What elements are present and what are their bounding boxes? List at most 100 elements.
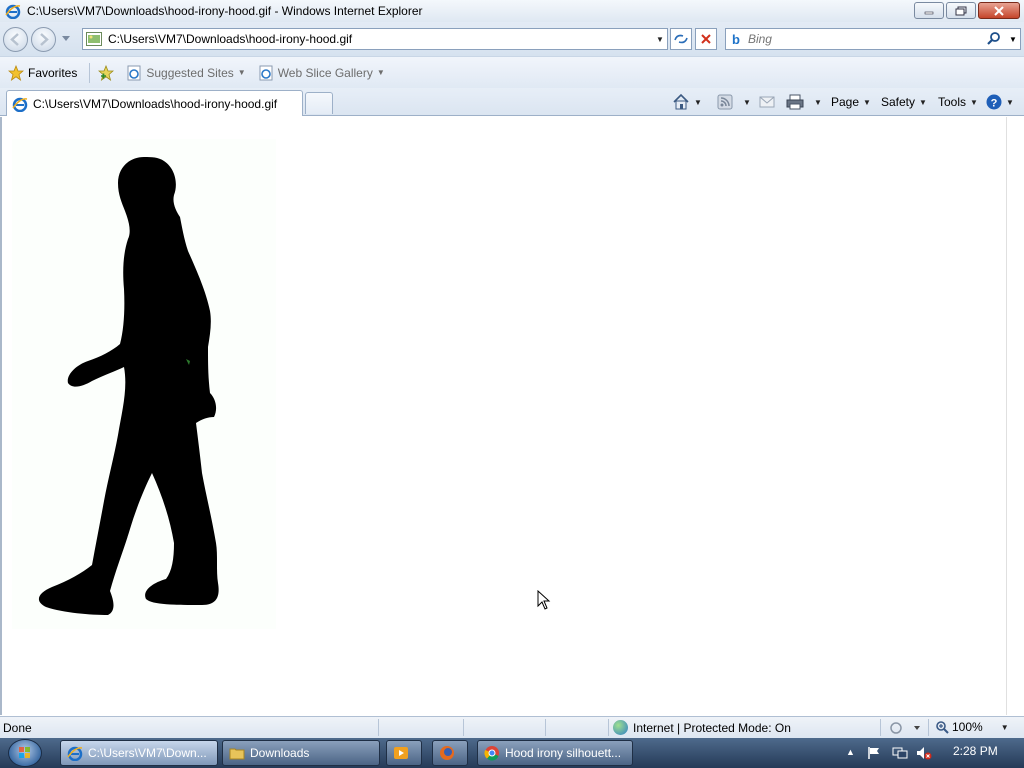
read-mail-button[interactable] bbox=[759, 92, 775, 112]
ie-page-icon bbox=[127, 65, 141, 80]
taskbar-item-ie[interactable]: C:\Users\VM7\Down... bbox=[60, 740, 218, 766]
suggested-sites-label: Suggested Sites bbox=[146, 65, 234, 80]
walking-man-silhouette bbox=[38, 157, 219, 615]
clock[interactable]: 2:28 PM bbox=[953, 744, 998, 758]
favorites-star-icon bbox=[8, 64, 24, 81]
page-content bbox=[0, 117, 1024, 715]
show-hidden-icons-button[interactable]: ▲ bbox=[846, 747, 855, 757]
recent-pages-dropdown-icon[interactable] bbox=[62, 36, 70, 42]
favorites-bar: Favorites Suggested Sites ▼ Web Slice Ga… bbox=[0, 56, 1024, 88]
back-arrow-icon bbox=[10, 33, 19, 46]
chevron-down-icon: ▼ bbox=[814, 97, 822, 107]
address-url[interactable]: C:\Users\VM7\Downloads\hood-irony-hood.g… bbox=[108, 32, 653, 46]
taskbar-item-label: Hood irony silhouett... bbox=[505, 746, 622, 760]
help-button[interactable]: ? ▼ bbox=[986, 92, 1014, 112]
restore-icon bbox=[955, 6, 967, 15]
ie-logo-icon bbox=[5, 4, 21, 19]
favorites-button[interactable]: Favorites bbox=[8, 64, 77, 81]
search-options-dropdown-icon[interactable]: ▼ bbox=[1006, 35, 1020, 44]
favorites-separator bbox=[89, 62, 91, 83]
svg-text:?: ? bbox=[991, 98, 998, 110]
window-title: C:\Users\VM7\Downloads\hood-irony-hood.g… bbox=[27, 4, 423, 18]
stop-button[interactable] bbox=[695, 28, 717, 50]
bing-logo-icon: b bbox=[732, 31, 740, 47]
volume-muted-icon[interactable] bbox=[916, 746, 932, 760]
security-zone-label: Internet | Protected Mode: On bbox=[633, 720, 791, 735]
silhouette-image bbox=[12, 139, 276, 629]
taskbar-item-label: C:\Users\VM7\Down... bbox=[88, 746, 207, 760]
web-slice-gallery-label: Web Slice Gallery bbox=[277, 65, 373, 80]
back-button[interactable] bbox=[3, 27, 28, 52]
tab-label: C:\Users\VM7\Downloads\hood-irony-hood.g… bbox=[33, 96, 278, 111]
close-button[interactable] bbox=[978, 2, 1020, 19]
popup-blocker-icon[interactable] bbox=[888, 721, 924, 735]
search-box[interactable]: b ▼ bbox=[725, 28, 1021, 50]
chevron-down-icon: ▼ bbox=[970, 97, 978, 107]
web-slice-gallery-button[interactable]: Web Slice Gallery ▼ bbox=[258, 65, 385, 81]
status-divider bbox=[378, 719, 379, 736]
zoom-level: 100% bbox=[952, 720, 983, 734]
internet-globe-icon bbox=[613, 720, 628, 735]
forward-button[interactable] bbox=[31, 27, 56, 52]
forward-arrow-icon bbox=[40, 33, 49, 46]
chevron-down-icon: ▼ bbox=[1006, 97, 1014, 107]
address-dropdown-icon[interactable]: ▼ bbox=[653, 35, 667, 44]
page-icon bbox=[86, 32, 102, 46]
taskbar-item-downloads[interactable]: Downloads bbox=[222, 740, 380, 766]
taskbar: C:\Users\VM7\Down... Downloads Hood iron… bbox=[0, 738, 1024, 768]
restore-button[interactable] bbox=[946, 2, 976, 19]
chevron-down-icon: ▼ bbox=[237, 68, 246, 77]
home-icon bbox=[673, 93, 689, 110]
printer-icon bbox=[786, 94, 804, 110]
action-center-flag-icon[interactable] bbox=[867, 746, 881, 760]
ie-logo-icon bbox=[12, 97, 28, 112]
taskbar-item-media-player[interactable] bbox=[386, 740, 422, 766]
safety-menu-button[interactable]: Safety ▼ bbox=[881, 92, 927, 112]
search-input[interactable] bbox=[747, 32, 984, 46]
navigation-bar: C:\Users\VM7\Downloads\hood-irony-hood.g… bbox=[0, 22, 1024, 56]
mouse-cursor-icon bbox=[537, 590, 551, 610]
network-icon[interactable] bbox=[892, 746, 908, 760]
status-divider bbox=[880, 719, 881, 736]
taskbar-item-chrome[interactable]: Hood irony silhouett... bbox=[477, 740, 633, 766]
status-divider bbox=[545, 719, 546, 736]
ie-logo-icon bbox=[67, 746, 83, 761]
chevron-down-icon: ▼ bbox=[376, 68, 385, 77]
firefox-icon bbox=[440, 746, 454, 760]
page-menu-button[interactable]: Page ▼ bbox=[831, 92, 871, 112]
folder-icon bbox=[229, 748, 245, 760]
ie-page-icon bbox=[259, 65, 273, 80]
taskbar-item-label: Downloads bbox=[250, 746, 310, 760]
zoom-control[interactable]: 100% ▼ bbox=[935, 720, 1009, 734]
stop-x-icon bbox=[701, 34, 711, 44]
search-icon[interactable] bbox=[984, 31, 1006, 47]
vertical-scrollbar[interactable] bbox=[1006, 117, 1024, 715]
tools-menu-label: Tools bbox=[938, 95, 967, 109]
home-button[interactable]: ▼ bbox=[672, 92, 702, 112]
title-bar: C:\Users\VM7\Downloads\hood-irony-hood.g… bbox=[0, 0, 1024, 22]
chevron-down-icon: ▼ bbox=[1000, 722, 1009, 732]
security-zone[interactable]: Internet | Protected Mode: On bbox=[613, 720, 791, 735]
feeds-button[interactable]: ▼ bbox=[717, 92, 751, 112]
chrome-icon bbox=[484, 746, 499, 761]
status-text: Done bbox=[3, 721, 32, 735]
help-icon: ? bbox=[986, 94, 1002, 110]
compatibility-view-button[interactable] bbox=[670, 28, 692, 50]
start-button[interactable] bbox=[8, 739, 42, 767]
safety-menu-label: Safety bbox=[881, 95, 916, 109]
suggested-sites-button[interactable]: Suggested Sites ▼ bbox=[126, 65, 246, 81]
print-button[interactable]: ▼ bbox=[786, 92, 822, 112]
add-to-favorites-bar-button[interactable] bbox=[98, 64, 118, 81]
status-bar: Done Internet | Protected Mode: On 100% … bbox=[0, 716, 1024, 738]
tab-active[interactable]: C:\Users\VM7\Downloads\hood-irony-hood.g… bbox=[6, 90, 303, 116]
close-icon bbox=[994, 5, 1004, 16]
minimize-button[interactable] bbox=[914, 2, 944, 19]
mail-icon bbox=[759, 96, 775, 108]
address-bar[interactable]: C:\Users\VM7\Downloads\hood-irony-hood.g… bbox=[82, 28, 668, 50]
taskbar-item-firefox[interactable] bbox=[432, 740, 468, 766]
new-tab-button[interactable] bbox=[305, 92, 333, 114]
tools-menu-button[interactable]: Tools ▼ bbox=[938, 92, 978, 112]
zoom-magnifier-icon bbox=[936, 721, 949, 734]
chevron-down-icon: ▼ bbox=[919, 97, 927, 107]
chevron-down-icon: ▼ bbox=[743, 97, 751, 107]
